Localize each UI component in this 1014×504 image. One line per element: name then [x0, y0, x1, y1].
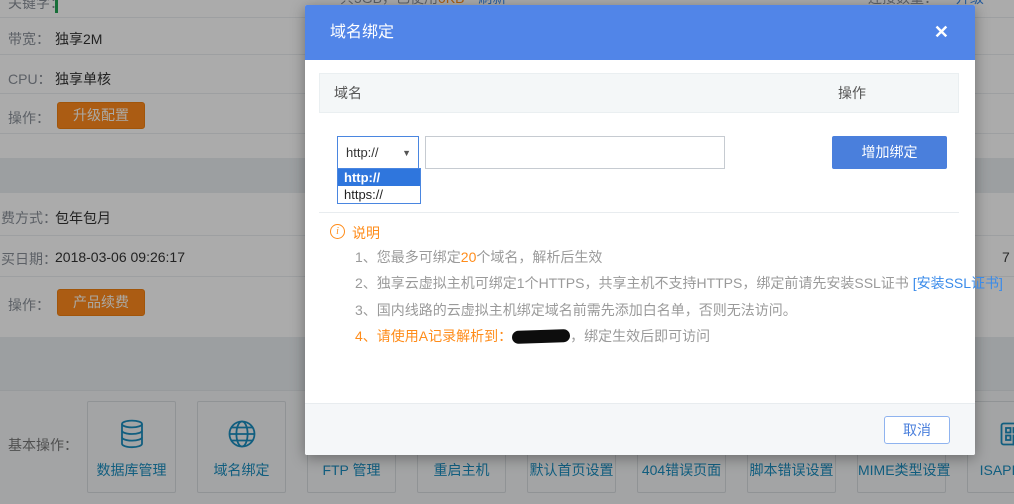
modal-footer: 取消 — [305, 403, 975, 455]
domain-table-header: 域名 操作 — [319, 73, 959, 113]
column-action: 操作 — [838, 83, 866, 103]
notes-title: 说明 — [352, 223, 380, 243]
cancel-button[interactable]: 取消 — [884, 416, 950, 444]
domain-input[interactable] — [425, 136, 725, 169]
option-http[interactable]: http:// — [338, 169, 420, 186]
note-text: ，绑定生效后即可访问 — [570, 328, 710, 344]
note-text: 1、您最多可绑定 — [355, 249, 461, 265]
note-item-3: 3、国内线路的云虚拟主机绑定域名前需先添加白名单，否则无法访问。 — [355, 300, 797, 320]
note-item-4: 4、请使用A记录解析到： ，绑定生效后即可访问 — [355, 326, 710, 346]
info-icon: i — [330, 224, 345, 239]
option-https[interactable]: https:// — [338, 186, 420, 203]
note-text: 3、国内线路的云虚拟主机绑定域名前需先添加白名单，否则无法访问。 — [355, 302, 797, 318]
note-highlight: 4、请使用A记录解析到： — [355, 328, 512, 344]
redacted-ip-value — [512, 329, 570, 344]
page: 关键字： 共5GB，已使用0KB 刷新 连接数量： 升级 带宽： 独享2M CP… — [0, 0, 1014, 504]
note-text: 2、独享云虚拟主机可绑定1个HTTPS，共享主机不支持HTTPS，绑定前请先安装… — [355, 275, 913, 291]
protocol-options-dropdown: http:// https:// — [337, 168, 421, 204]
divider — [319, 212, 959, 213]
note-item-1: 1、您最多可绑定20个域名，解析后生效 — [355, 247, 602, 267]
column-domain: 域名 — [334, 83, 362, 103]
add-binding-button[interactable]: 增加绑定 — [832, 136, 947, 169]
chevron-down-icon: ▼ — [402, 148, 411, 158]
close-icon[interactable]: ✕ — [934, 22, 949, 42]
note-highlight: 20 — [461, 249, 477, 265]
protocol-selected-value: http:// — [346, 137, 379, 168]
note-text: 个域名，解析后生效 — [476, 249, 602, 265]
install-ssl-cert-link[interactable]: [安装SSL证书] — [913, 275, 1003, 291]
protocol-select[interactable]: http:// ▼ — [337, 136, 419, 169]
modal-title: 域名绑定 — [330, 5, 394, 60]
note-item-2: 2、独享云虚拟主机可绑定1个HTTPS，共享主机不支持HTTPS，绑定前请先安装… — [355, 273, 1003, 293]
domain-binding-modal: 域名绑定 ✕ 域名 操作 http:// ▼ 增加绑定 http:// http… — [305, 5, 975, 455]
modal-header: 域名绑定 ✕ — [305, 5, 975, 60]
